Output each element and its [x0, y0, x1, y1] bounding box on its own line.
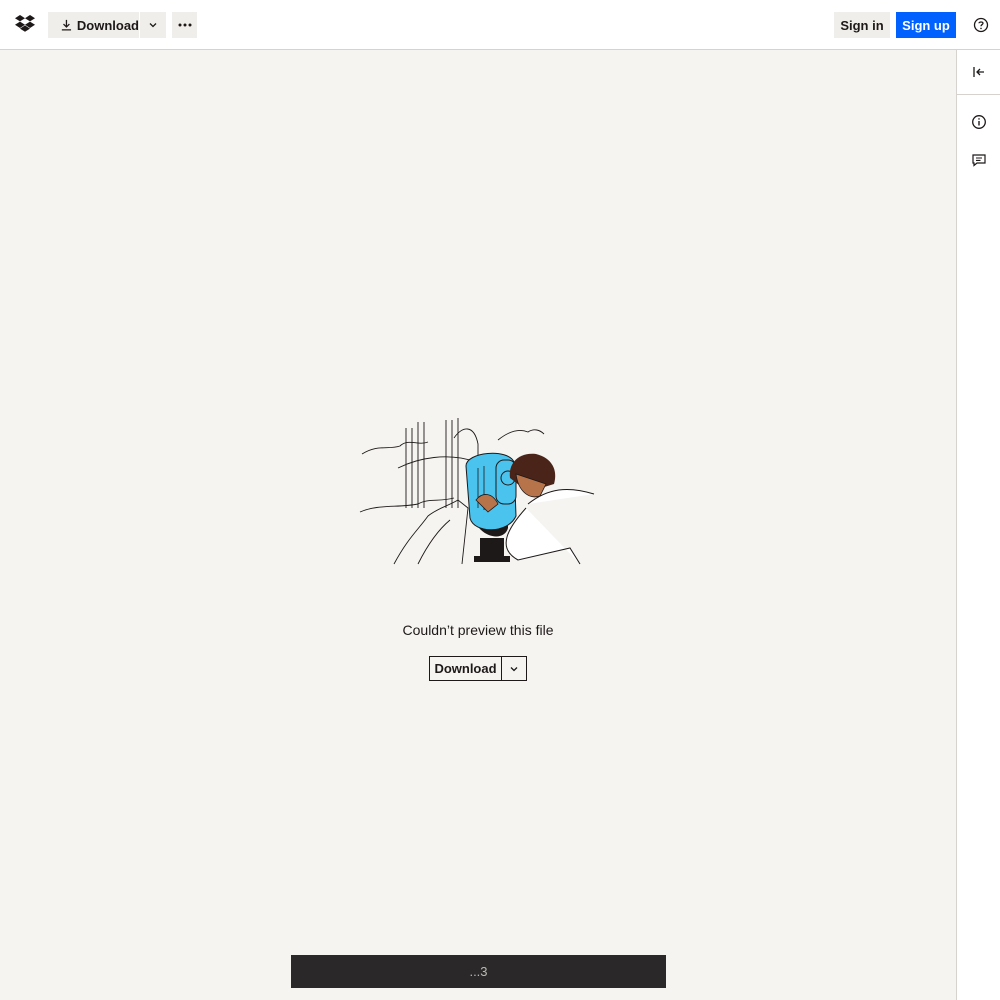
comment-icon	[972, 154, 986, 167]
more-options-button[interactable]	[172, 12, 197, 38]
help-icon[interactable]	[970, 14, 992, 36]
collapse-panel-button[interactable]	[957, 50, 1000, 95]
preview-area: Couldn’t preview this file Download	[0, 50, 956, 1000]
download-button[interactable]: Download	[48, 12, 140, 38]
info-button[interactable]	[957, 106, 1000, 138]
right-sidebar	[956, 50, 1000, 1000]
preview-download-options-button[interactable]	[502, 657, 526, 680]
download-icon	[61, 19, 72, 31]
status-toast: ...3	[291, 955, 666, 988]
binoculars-viewer-illustration	[358, 408, 598, 568]
toast-text: ...3	[469, 964, 488, 979]
info-icon	[972, 115, 986, 129]
comment-button[interactable]	[957, 144, 1000, 176]
sign-up-button[interactable]: Sign up	[896, 12, 956, 38]
top-bar: Download Sign in Sign up	[0, 0, 1000, 50]
chevron-down-icon	[510, 666, 518, 671]
chevron-down-icon	[149, 23, 157, 28]
no-preview-message: Couldn’t preview this file	[402, 622, 554, 638]
preview-download-button[interactable]: Download	[430, 657, 502, 680]
download-label: Download	[76, 17, 139, 33]
dropbox-logo-icon[interactable]	[14, 14, 36, 34]
preview-download-button-group: Download	[429, 656, 527, 681]
download-options-button[interactable]	[140, 12, 166, 38]
collapse-panel-icon	[972, 67, 984, 77]
download-button-group: Download	[48, 12, 166, 38]
more-horizontal-icon	[178, 23, 191, 27]
sign-in-button[interactable]: Sign in	[834, 12, 890, 38]
